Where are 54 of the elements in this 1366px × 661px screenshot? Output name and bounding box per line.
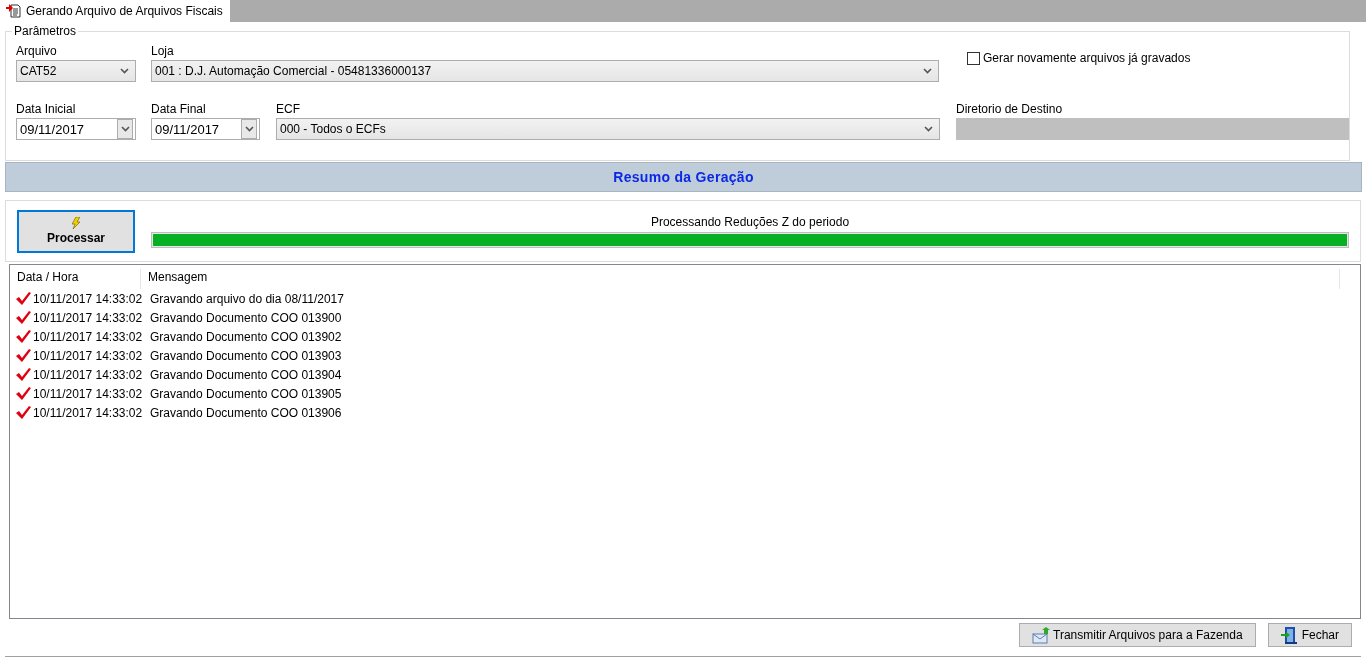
- log-message: Gravando arquivo do dia 08/11/2017: [150, 291, 344, 306]
- field-label: Data Inicial: [16, 102, 77, 116]
- check-icon: [16, 406, 31, 419]
- log-time: 10/11/2017 14:33:02: [33, 367, 143, 382]
- check-icon: [16, 368, 31, 381]
- checkbox-label: Gerar novamente arquivos já gravados: [983, 51, 1191, 65]
- check-icon: [16, 292, 31, 305]
- caret-icon: [120, 126, 130, 132]
- ecf-dropdown[interactable]: 000 - Todos o ECFs: [276, 118, 940, 140]
- log-time: 10/11/2017 14:33:02: [33, 348, 143, 363]
- check-icon: [16, 387, 31, 400]
- field-label: Arquivo: [16, 44, 58, 58]
- log-message: Gravando Documento COO 013906: [150, 405, 342, 420]
- document-icon: [6, 3, 22, 19]
- checkbox[interactable]: [967, 51, 980, 65]
- check-icon: [16, 311, 31, 324]
- group-legend: Parâmetros: [12, 24, 79, 38]
- log-message: Gravando Documento COO 013900: [150, 310, 342, 325]
- log-time: 10/11/2017 14:33:02: [33, 386, 143, 401]
- progress-status: Processando Reduções Z do periodo: [650, 214, 850, 229]
- log-message: Gravando Documento COO 013902: [150, 329, 342, 344]
- file-type-dropdown[interactable]: CAT52: [16, 60, 136, 82]
- log-message: Gravando Documento COO 013905: [150, 386, 342, 401]
- log-message: Gravando Documento COO 013904: [150, 367, 342, 382]
- field-label: ECF: [276, 102, 301, 116]
- column-header[interactable]: Mensagem: [141, 269, 215, 289]
- caret-icon: [923, 68, 932, 74]
- log-message: Gravando Documento COO 013903: [150, 348, 342, 363]
- field-label: Diretorio de Destino: [956, 102, 1064, 116]
- field-label: Loja: [151, 44, 175, 58]
- calendar-dropdown-button[interactable]: [117, 119, 133, 139]
- store-dropdown[interactable]: 001 : D.J. Automação Comercial - 05481336000137: [151, 60, 939, 82]
- column-header[interactable]: Data / Hora: [10, 269, 141, 289]
- calendar-dropdown-button[interactable]: [241, 119, 257, 139]
- tab[interactable]: Gerando Arquivo de Arquivos Fiscais: [0, 0, 230, 22]
- exit-door-icon: [1280, 626, 1299, 644]
- caret-icon: [244, 126, 254, 132]
- lightning-icon: [72, 217, 80, 229]
- end-date-field[interactable]: 09/11/2017: [151, 118, 260, 140]
- transmit-button[interactable]: Transmitir Arquivos para a Fazenda: [1019, 623, 1256, 647]
- check-icon: [16, 349, 31, 362]
- log-time: 10/11/2017 14:33:02: [33, 291, 143, 306]
- envelope-upload-icon: [1032, 626, 1050, 644]
- caret-icon: [924, 126, 933, 132]
- log-time: 10/11/2017 14:33:02: [33, 405, 143, 420]
- field-label: Data Final: [151, 102, 207, 116]
- log-time: 10/11/2017 14:33:02: [33, 310, 143, 325]
- section-title-bar: Resumo da Geração: [5, 162, 1362, 192]
- log-time: 10/11/2017 14:33:02: [33, 329, 143, 344]
- close-button[interactable]: Fechar: [1267, 623, 1352, 647]
- caret-icon: [120, 68, 129, 74]
- process-button[interactable]: Processar: [17, 209, 135, 253]
- check-icon: [16, 330, 31, 343]
- start-date-field[interactable]: 09/11/2017: [16, 118, 136, 140]
